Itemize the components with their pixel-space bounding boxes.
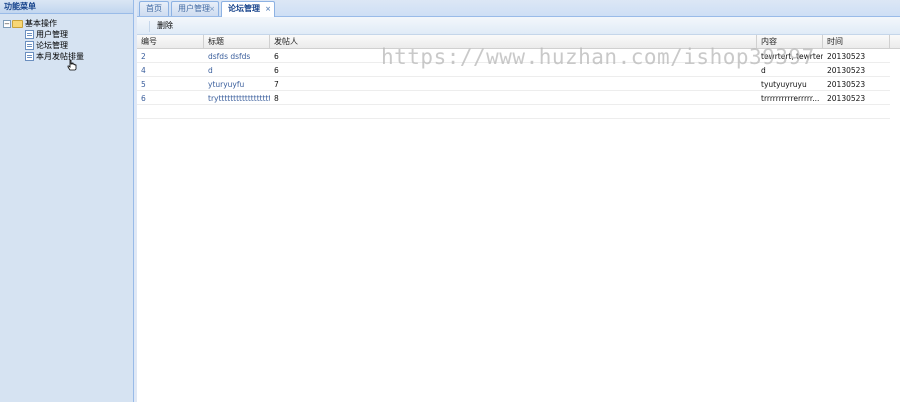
close-icon[interactable]: × bbox=[265, 2, 271, 16]
table-row[interactable]: 6 tryttttttttttttttttttt 8 trrrrrrrrrrer… bbox=[137, 92, 890, 105]
forum-grid: 编号 标题 发帖人 内容 时间 2 dsfds dsfds 6 tewrtert… bbox=[137, 35, 900, 402]
page-icon bbox=[25, 30, 34, 39]
empty-row bbox=[137, 106, 890, 119]
tree-item-label: 论坛管理 bbox=[36, 41, 68, 50]
tab-label: 用户管理 bbox=[178, 4, 210, 13]
hand-cursor-icon bbox=[67, 59, 77, 71]
tree-node-basic-ops[interactable]: − 基本操作 bbox=[0, 18, 134, 29]
column-header-id[interactable]: 编号 bbox=[137, 35, 204, 49]
table-row[interactable]: 5 yturyuyfu 7 tyutyuyruyu 20130523 bbox=[137, 78, 890, 91]
tab-forum-management[interactable]: 论坛管理 × bbox=[221, 1, 275, 17]
tab-home[interactable]: 首页 bbox=[139, 1, 169, 16]
tree-node-label: 基本操作 bbox=[25, 19, 57, 28]
menu-tree: − 基本操作 用户管理 论坛管理 本月发帖排量 bbox=[0, 16, 134, 62]
tree-item-user-management[interactable]: 用户管理 bbox=[0, 29, 134, 40]
tree-item-label: 用户管理 bbox=[36, 30, 68, 39]
cell-content: tyutyuyruyu bbox=[761, 80, 807, 89]
cell-poster: 7 bbox=[274, 80, 279, 89]
tree-item-forum-management[interactable]: 论坛管理 bbox=[0, 40, 134, 51]
cell-id: 4 bbox=[141, 66, 146, 75]
close-icon[interactable]: × bbox=[209, 2, 215, 16]
cell-title: d bbox=[208, 66, 213, 75]
toolbar-separator bbox=[149, 21, 150, 32]
tab-label: 首页 bbox=[146, 4, 162, 13]
main-panel: 首页 用户管理 × 论坛管理 × 删除 编号 标题 发帖人 内容 时间 2 ds… bbox=[137, 0, 900, 402]
cell-content: trrrrrrrrrrerrrrr... bbox=[761, 94, 820, 103]
delete-button[interactable]: 删除 bbox=[157, 20, 173, 32]
cell-time: 20130523 bbox=[827, 66, 866, 75]
cell-id: 6 bbox=[141, 94, 146, 103]
tab-bar: 首页 用户管理 × 论坛管理 × bbox=[137, 0, 900, 17]
column-header-title[interactable]: 标题 bbox=[204, 35, 270, 49]
sidebar-title: 功能菜单 bbox=[0, 0, 133, 14]
cell-id: 2 bbox=[141, 52, 146, 61]
page-icon bbox=[25, 41, 34, 50]
cell-title: tryttttttttttttttttttt bbox=[208, 94, 270, 103]
cell-title: dsfds dsfds bbox=[208, 52, 251, 61]
watermark-text: https://www.huzhan.com/ishop39397 bbox=[381, 45, 815, 69]
tab-label: 论坛管理 bbox=[228, 4, 260, 13]
tab-user-management[interactable]: 用户管理 × bbox=[171, 1, 219, 16]
page-icon bbox=[25, 52, 34, 61]
cell-time: 20130523 bbox=[827, 94, 866, 103]
collapse-icon[interactable]: − bbox=[3, 19, 11, 28]
cell-time: 20130523 bbox=[827, 80, 866, 89]
folder-open-icon bbox=[12, 19, 23, 28]
cell-time: 20130523 bbox=[827, 52, 866, 61]
cell-id: 5 bbox=[141, 80, 146, 89]
column-header-time[interactable]: 时间 bbox=[823, 35, 890, 49]
cell-title: yturyuyfu bbox=[208, 80, 245, 89]
cell-poster: 6 bbox=[274, 66, 279, 75]
toolbar: 删除 bbox=[137, 17, 900, 35]
sidebar: 功能菜单 − 基本操作 用户管理 论坛管理 本月发帖排量 bbox=[0, 0, 134, 402]
cell-poster: 8 bbox=[274, 94, 279, 103]
cell-poster: 6 bbox=[274, 52, 279, 61]
